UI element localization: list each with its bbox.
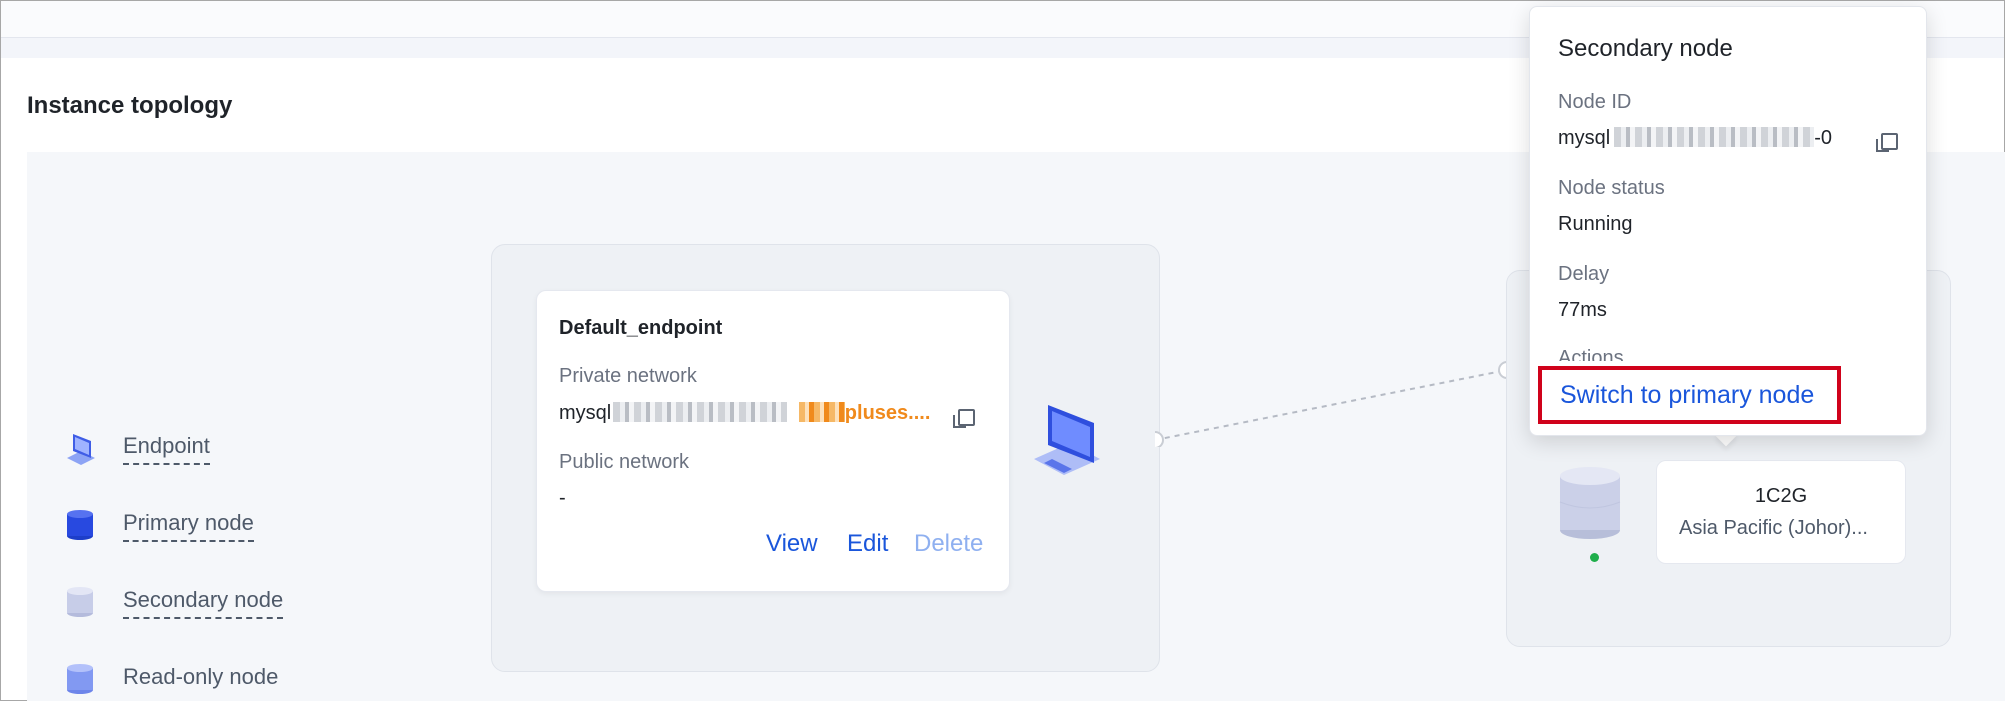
actions-label: Actions <box>1558 347 1624 361</box>
node-status-label: Node status <box>1558 177 1665 199</box>
node-id-value: mysql -0 <box>1558 127 1833 149</box>
private-network-address: mysql pluses.... <box>559 402 931 424</box>
endpoint-name: Default_endpoint <box>559 317 723 339</box>
popover-title: Secondary node <box>1558 35 1733 62</box>
redacted-text <box>613 402 788 422</box>
switch-to-primary-button[interactable]: Switch to primary node <box>1560 381 1814 410</box>
running-status-dot <box>1590 553 1599 562</box>
node-card[interactable]: 1C2G Asia Pacific (Johor)... <box>1656 460 1906 564</box>
computer-icon <box>1034 405 1100 475</box>
topology-connector <box>1155 361 1510 447</box>
public-network-value: - <box>559 487 566 509</box>
private-network-label: Private network <box>559 365 697 387</box>
database-icon[interactable] <box>1550 462 1630 548</box>
read-only-node-icon <box>67 664 93 694</box>
node-spec: 1C2G <box>1754 485 1808 507</box>
node-id-label: Node ID <box>1558 91 1632 113</box>
public-network-label: Public network <box>559 451 690 473</box>
edit-button[interactable]: Edit <box>847 530 888 558</box>
page-title: Instance topology <box>27 92 233 119</box>
copy-icon[interactable] <box>1876 133 1898 152</box>
legend-label-readonly: Read-only node <box>123 664 279 689</box>
endpoint-icon <box>67 434 95 465</box>
node-status-value: Running <box>1558 213 1633 235</box>
redacted-highlight <box>798 402 845 422</box>
delete-button[interactable]: Delete <box>914 530 983 558</box>
secondary-node-icon <box>67 587 93 617</box>
delay-label: Delay <box>1558 263 1610 285</box>
endpoint-card: Default_endpoint Private network mysql p… <box>536 290 1010 592</box>
legend-label-endpoint: Endpoint <box>123 433 210 465</box>
legend-label-primary: Primary node <box>123 510 254 542</box>
node-zone: Asia Pacific (Johor)... <box>1679 517 1868 539</box>
redacted-text <box>1614 127 1815 147</box>
primary-node-icon <box>67 510 93 540</box>
view-button[interactable]: View <box>766 530 818 558</box>
copy-icon[interactable] <box>953 409 975 428</box>
legend-label-secondary: Secondary node <box>123 587 284 619</box>
delay-value: 77ms <box>1558 299 1607 321</box>
